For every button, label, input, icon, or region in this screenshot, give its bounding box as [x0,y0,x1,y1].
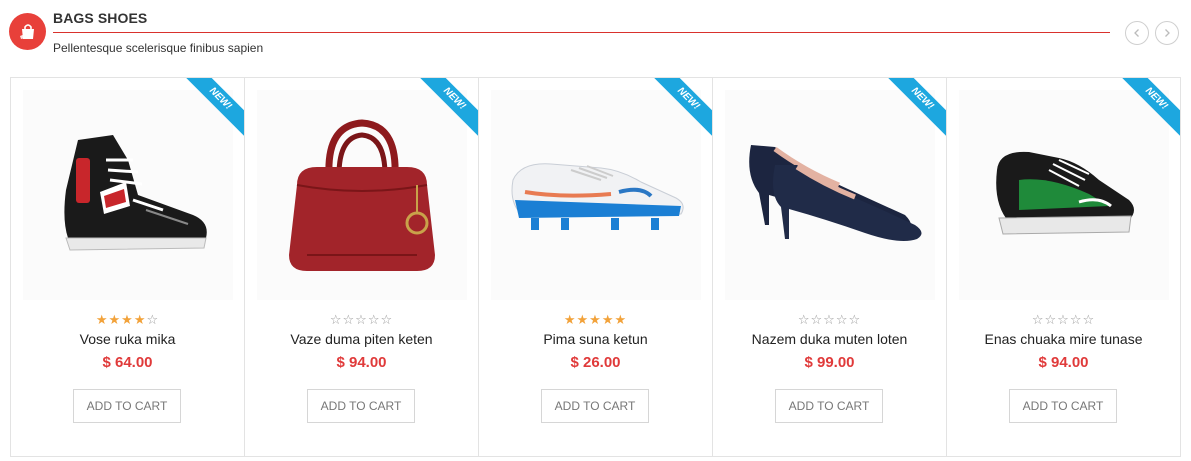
chevron-left-icon [1134,29,1139,37]
carousel-prev-button[interactable] [1125,21,1149,45]
star-icon: ☆ [797,312,811,327]
star-icon: ★ [601,312,615,327]
add-to-cart-button[interactable]: ADD TO CART [1009,389,1117,423]
product-card[interactable]: NEW! ☆☆☆☆☆ Enas chuaka mire tunase $ 94.… [947,78,1180,456]
product-price: $ 64.00 [102,354,153,371]
star-icon: ☆ [329,312,343,327]
star-icon: ☆ [1082,312,1096,327]
product-name[interactable]: Enas chuaka mire tunase [947,331,1180,347]
add-to-cart-button[interactable]: ADD TO CART [73,389,181,423]
product-name[interactable]: Pima suna ketun [479,331,712,347]
product-price: $ 94.00 [336,354,387,371]
star-icon: ☆ [380,312,394,327]
add-to-cart-button[interactable]: ADD TO CART [307,389,415,423]
shopping-bag-icon [9,13,46,50]
carousel-next-button[interactable] [1155,21,1179,45]
new-badge: NEW! [418,78,478,138]
product-grid: NEW! ★★★★☆ Vose ruka mika $ 64.00 ADD TO… [10,77,1181,457]
add-to-cart-button[interactable]: ADD TO CART [775,389,883,423]
star-icon: ★ [576,312,590,327]
product-price: $ 94.00 [1038,354,1089,371]
section-header: BAGS SHOES Pellentesque scelerisque fini… [0,0,1191,62]
star-icon: ☆ [1031,312,1045,327]
star-icon: ★ [95,312,109,327]
star-icon: ★ [121,312,134,327]
star-icon: ☆ [342,312,356,327]
title-divider [53,32,1110,33]
star-icon: ☆ [146,312,160,327]
star-rating: ☆☆☆☆☆ [713,312,946,328]
star-icon: ☆ [1069,312,1083,327]
product-name[interactable]: Vose ruka mika [11,331,244,347]
product-card[interactable]: NEW! ★★★★★ Pima suna ketun $ 26.00 ADD T… [479,78,713,456]
star-rating: ★★★★☆ [11,312,244,328]
star-icon: ★ [133,312,147,327]
star-icon: ☆ [367,312,381,327]
star-icon: ★ [614,312,628,327]
star-icon: ☆ [1057,312,1070,327]
chevron-right-icon [1165,29,1170,37]
new-badge: NEW! [1120,78,1180,138]
section-subtitle: Pellentesque scelerisque finibus sapien [53,41,264,55]
star-icon: ☆ [835,312,849,327]
star-icon: ☆ [355,312,368,327]
new-badge: NEW! [886,78,946,138]
product-name[interactable]: Nazem duka muten loten [713,331,946,347]
section-title: BAGS SHOES [53,10,148,26]
new-badge: NEW! [652,78,712,138]
add-to-cart-button[interactable]: ADD TO CART [541,389,649,423]
new-badge: NEW! [184,78,244,138]
star-icon: ★ [108,312,122,327]
product-name[interactable]: Vaze duma piten keten [245,331,478,347]
star-icon: ★ [589,312,602,327]
product-card[interactable]: NEW! ☆☆☆☆☆ Vaze duma piten keten $ 94.00… [245,78,479,456]
product-price: $ 99.00 [804,354,855,371]
product-card[interactable]: NEW! ★★★★☆ Vose ruka mika $ 64.00 ADD TO… [11,78,245,456]
star-icon: ★ [563,312,577,327]
star-icon: ☆ [823,312,836,327]
product-card[interactable]: NEW! ☆☆☆☆☆ Nazem duka muten loten $ 99.0… [713,78,947,456]
star-icon: ☆ [848,312,862,327]
star-icon: ☆ [1044,312,1058,327]
star-icon: ☆ [810,312,824,327]
star-rating: ★★★★★ [479,312,712,328]
star-rating: ☆☆☆☆☆ [245,312,478,328]
star-rating: ☆☆☆☆☆ [947,312,1180,328]
product-price: $ 26.00 [570,354,621,371]
